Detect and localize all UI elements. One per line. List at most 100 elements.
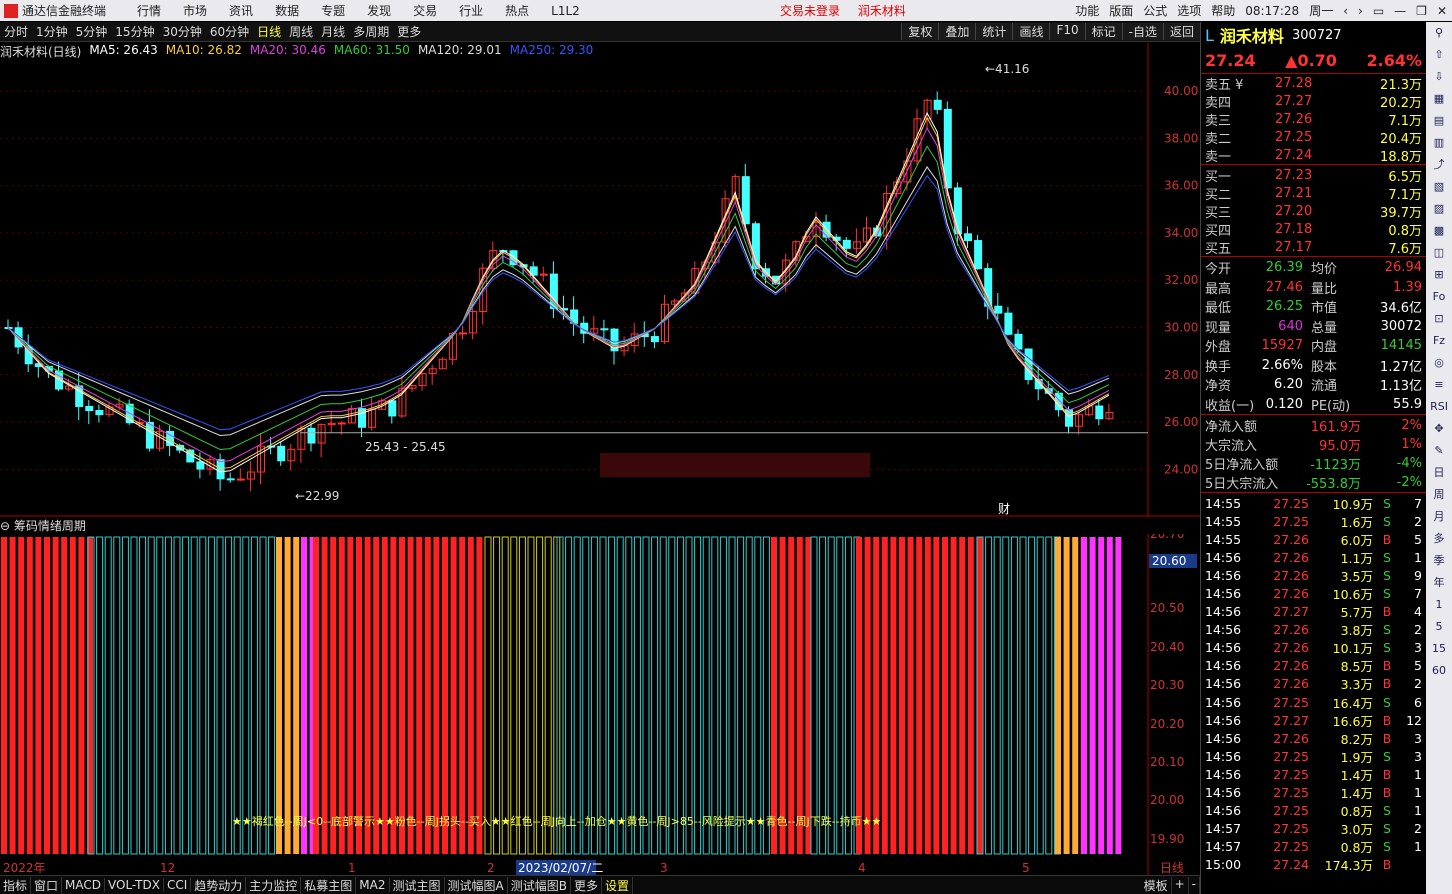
back-icon[interactable]: ‹ [1343,4,1348,18]
template-button[interactable]: + [1172,876,1189,894]
menu-item[interactable]: 资讯 [229,4,253,18]
sidebar-tool-icon[interactable]: ≡ [1434,374,1443,396]
tool-button[interactable]: 统计 [975,23,1013,40]
sidebar-tool-icon[interactable]: ▤ [1434,110,1444,132]
sidebar-period[interactable]: 15 [1432,638,1446,660]
indicator-tab[interactable]: 更多 [571,876,602,894]
sidebar-tool-icon[interactable]: RSI [1430,396,1448,418]
sidebar-period[interactable]: 年 [1434,572,1445,594]
order-book-row[interactable]: 买五 27.17 7.6万 [1201,238,1426,257]
right-menu[interactable]: 功能 版面 公式 选项 帮助 08:17:28 周一 ‹ › ▭ — ❐ ✕ [1070,2,1452,19]
period-tab[interactable]: 多周期 [349,23,393,40]
sidebar-period[interactable]: 季 [1434,550,1445,572]
template-button[interactable]: 模板 [1141,876,1172,894]
restore-icon[interactable]: ❐ [1416,4,1427,18]
sidebar-tool-icon[interactable]: ✥ [1434,418,1443,440]
indicator-tab[interactable]: 测试幅图A [445,876,508,894]
period-tab[interactable]: 更多 [393,23,425,40]
layout-icon[interactable]: ▭ [1373,4,1384,18]
sidebar-period[interactable]: 日 [1434,462,1445,484]
menu-item[interactable]: 数据 [275,4,299,18]
order-book-row[interactable]: 卖三 27.26 7.1万 [1201,110,1426,129]
template-button[interactable]: - [1189,876,1200,894]
login-status[interactable]: 交易未登录 [780,4,840,18]
menu-item[interactable]: 发现 [367,4,391,18]
menu-item[interactable]: 热点 [505,4,529,18]
sidebar-tool-icon[interactable]: ▦ [1434,88,1444,110]
indicator-tab[interactable]: CCI [164,878,192,892]
period-tab[interactable]: 分时 [0,23,32,40]
sidebar-period[interactable]: 1 [1436,594,1443,616]
indicator-tab[interactable]: 测试幅图B [508,876,571,894]
sidebar-tool-icon[interactable]: ▩ [1434,220,1444,242]
sidebar-tool-icon[interactable]: Fz [1433,330,1445,352]
indicator-tab[interactable]: 趋势动力 [191,876,247,894]
sidebar-period[interactable]: 多 [1434,528,1445,550]
menu-item[interactable]: 专题 [321,4,345,18]
collapse-icon[interactable]: ⊖ [0,519,10,533]
finance-marker[interactable]: 财 [998,502,1010,516]
sidebar-period[interactable]: 月 [1434,506,1445,528]
menu-item[interactable]: L1L2 [551,4,580,18]
tool-button[interactable]: 返回 [1162,23,1200,40]
period-tab[interactable]: 月线 [317,23,349,40]
indicator-tab[interactable]: MACD [62,878,106,892]
tool-button[interactable]: 叠加 [938,23,976,40]
menu-item[interactable]: 交易 [413,4,437,18]
sidebar-tool-icon[interactable]: ▥ [1434,132,1444,154]
sidebar-tool-icon[interactable]: ⊞ [1434,264,1443,286]
tool-button[interactable]: -自选 [1121,23,1163,40]
menu-item[interactable]: 帮助 [1211,2,1235,19]
order-book-row[interactable]: 卖五 ¥ 27.28 21.3万 [1201,74,1426,93]
sidebar-tool-icon[interactable]: ✎ [1434,440,1443,462]
sidebar-tool-icon[interactable]: ◫ [1434,242,1444,264]
close-icon[interactable]: ✕ [1437,4,1447,18]
tool-button[interactable]: 复权 [901,23,939,40]
sidebar-tool-icon[interactable]: ▧ [1434,176,1444,198]
order-book-row[interactable]: 卖二 27.25 20.4万 [1201,128,1426,147]
main-menu[interactable]: 行情 市场 资讯 数据 专题 发现 交易 行业 热点 L1L2 [126,2,591,19]
sidebar-tool-icon[interactable]: ⇧ [1434,44,1443,66]
sidebar-period[interactable]: 60 [1432,660,1446,682]
sidebar-period[interactable]: 周 [1434,484,1445,506]
sidebar-period[interactable]: 5 [1436,616,1443,638]
indicator-tab[interactable]: 私募主图 [301,876,357,894]
kline-chart[interactable]: 40.00 38.00 36.00 34.00 32.00 30.00 28.00 26.00… [0,43,1200,517]
period-tab[interactable]: 15分钟 [111,23,158,40]
period-tab[interactable]: 5分钟 [72,23,112,40]
forward-icon[interactable]: › [1358,4,1363,18]
period-tab[interactable]: 30分钟 [159,23,206,40]
tool-button[interactable]: 标记 [1084,23,1122,40]
menu-item[interactable]: 行业 [459,4,483,18]
menu-item[interactable]: 选项 [1177,2,1201,19]
indicator-tab[interactable]: 主力监控 [246,876,302,894]
indicator-tab[interactable]: MA2 [356,878,390,892]
sidebar-tool-icon[interactable]: Fo [1433,286,1446,308]
tool-button[interactable]: F10 [1049,23,1085,40]
sidebar-tool-icon[interactable]: ▨ [1434,198,1444,220]
menu-item[interactable]: 功能 [1075,2,1099,19]
tool-button[interactable]: 画线 [1012,23,1050,40]
period-tab[interactable]: 日线 [253,23,285,40]
menu-item[interactable]: 版面 [1109,2,1133,19]
indicator-chart[interactable]: 20.70 20.50 20.40 20.30 20.20 20.10 20.00 19.90… [0,534,1200,875]
period-tab[interactable]: 周线 [285,23,317,40]
menu-item[interactable]: 公式 [1143,2,1167,19]
indicator-tab[interactable]: 窗口 [31,876,63,894]
sidebar-tool-icon[interactable]: ◎ [1434,352,1444,374]
sidebar-tool-icon[interactable]: ⚲ [1435,22,1443,44]
sidebar-tool-icon[interactable]: ⤴ [1434,154,1445,176]
sidebar-tool-icon[interactable]: ⊡ [1434,308,1443,330]
menu-item[interactable]: 市场 [183,4,207,18]
order-book-row[interactable]: 买三 27.20 39.7万 [1201,202,1426,221]
minimize-icon[interactable]: — [1394,4,1406,18]
period-tab[interactable]: 60分钟 [206,23,253,40]
period-tab[interactable]: 1分钟 [32,23,72,40]
order-book-row[interactable]: 卖四 27.27 20.2万 [1201,92,1426,111]
menu-item[interactable]: 行情 [137,4,161,18]
indicator-tab[interactable]: 设置 [602,876,633,894]
order-book-row[interactable]: 买二 27.21 7.1万 [1201,184,1426,203]
indicator-tab[interactable]: VOL-TDX [105,878,164,892]
order-book-row[interactable]: 买四 27.18 0.8万 [1201,220,1426,239]
indicator-tab[interactable]: 测试主图 [390,876,445,894]
